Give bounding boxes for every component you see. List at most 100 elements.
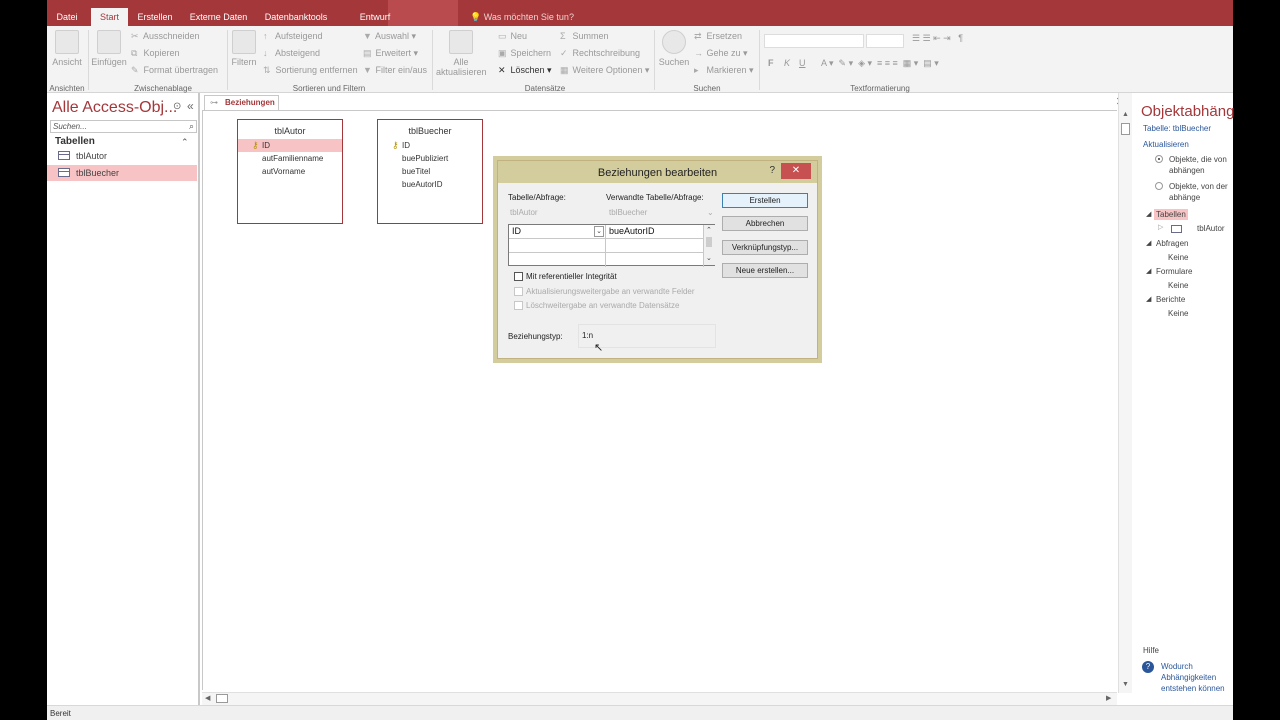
horizontal-scrollbar[interactable]: ◀ ▶ [202,692,1117,705]
scroll-up-icon[interactable]: ▲ [1122,111,1129,118]
integrity-checkbox[interactable] [514,272,523,281]
table-header[interactable]: tblBuecher [378,120,482,139]
grid-scroll-thumb[interactable] [706,237,712,247]
ansicht-button[interactable]: Ansicht [51,30,83,67]
aufsteigend-button[interactable]: ↑ Aufsteigend [263,31,323,41]
weitere-optionen-button[interactable]: ▦ Weitere Optionen ▾ [560,65,649,76]
field-row[interactable]: autFamilienname [238,152,342,165]
text-color-icons[interactable]: A ▾ ✎ ▾ ◈ ▾ ≡ ≡ ≡ ▦ ▾ ▤ ▾ [821,58,939,69]
format-painter-button[interactable]: ✎ Format übertragen [131,65,218,76]
tab-datei[interactable]: Datei [51,8,83,26]
scroll-up-icon[interactable]: ⌃ [706,226,712,234]
help-link-2[interactable]: Abhängigkeiten [1161,673,1216,682]
cascade-delete-checkbox[interactable] [514,301,523,310]
expand-triangle-icon[interactable]: ◢ [1146,239,1151,247]
left-field-cell[interactable]: ID [509,225,606,239]
expand-triangle-icon[interactable]: ◢ [1146,210,1151,218]
neu-button[interactable]: ▭ Neu [498,31,527,42]
create-new-button[interactable]: Neue erstellen... [722,263,808,278]
gehe-zu-button[interactable]: → Gehe zu ▾ [694,48,748,59]
sortierung-entfernen-button[interactable]: ⇅ Sortierung entfernen [263,65,358,76]
help-link-3[interactable]: entstehen können [1161,684,1225,693]
ersetzen-button[interactable]: ⇄ Ersetzen [694,31,742,42]
font-size-combo[interactable] [866,34,904,48]
scroll-down-icon[interactable]: ⌄ [706,254,712,262]
refresh-link[interactable]: Aktualisieren [1143,140,1189,149]
summen-button[interactable]: Σ Summen [560,31,609,41]
chevron-down-icon[interactable]: ⌄ [594,226,604,237]
table-header[interactable]: tblAutor [238,120,342,139]
scroll-right-icon[interactable]: ▶ [1106,694,1111,702]
radio-depends-on[interactable] [1155,155,1163,163]
scroll-left-icon[interactable]: ◀ [205,694,210,702]
create-button[interactable]: Erstellen [722,193,808,208]
tab-entwurf[interactable]: Entwurf [352,8,398,26]
nav-section-tabellen[interactable]: Tabellen [55,136,95,147]
ausschneiden-button[interactable]: ✂ Ausschneiden [131,31,200,42]
bold-icon[interactable]: F [768,58,774,68]
cancel-button[interactable]: Abbrechen [722,216,808,231]
markieren-button[interactable]: ▸ Markieren ▾ [694,65,754,76]
collapse-triangle-icon[interactable]: ▷ [1158,223,1163,231]
empty-cell[interactable] [606,253,704,267]
empty-cell[interactable] [509,239,606,253]
italic-icon[interactable]: K [784,58,790,68]
field-row[interactable]: buePubliziert [378,152,482,165]
tab-datenbanktools[interactable]: Datenbanktools [259,8,333,26]
hscroll-thumb[interactable] [216,694,228,703]
field-mapping-grid[interactable]: ID ⌄ bueAutorID ⌃ ⌄ [508,224,715,267]
table-box-tblbuecher[interactable]: tblBuecher ⚷ ID buePubliziert bueTitel bu… [377,119,483,224]
grid-scrollbar[interactable]: ⌃ ⌄ [704,225,715,265]
help-button[interactable]: ? [769,165,775,176]
underline-icon[interactable]: U [799,58,806,68]
cascade-update-checkbox[interactable] [514,287,523,296]
expand-triangle-icon[interactable]: ◢ [1146,267,1151,275]
scroll-thumb[interactable] [1121,123,1130,135]
absteigend-button[interactable]: ↓ Absteigend [263,48,320,58]
tree-node-tblautor[interactable]: tblAutor [1197,224,1225,233]
list-format-icons[interactable]: ☰ ☰ ⇤ ⇥ ¶ [912,33,963,44]
nav-item-tblautor[interactable]: tblAutor [47,148,197,164]
scroll-down-icon[interactable]: ▼ [1122,681,1129,688]
radio-depended-by[interactable] [1155,182,1163,190]
nav-search-input[interactable]: Suchen... ⌕ [50,120,197,133]
einfuegen-button[interactable]: Einfügen [91,30,127,67]
tell-me-box[interactable]: 💡 Was möchten Sie tun? [470,8,574,26]
speichern-button[interactable]: ▣ Speichern [498,48,551,59]
empty-cell[interactable] [509,253,606,267]
field-row[interactable]: ⚷ ID [378,139,482,152]
tree-node-formulare[interactable]: Formulare [1156,267,1192,276]
filter-toggle-button[interactable]: ▼ Filter ein/aus [363,65,427,75]
erweitert-button[interactable]: ▤ Erweitert ▾ [363,48,418,59]
auswahl-button[interactable]: ▼ Auswahl ▾ [363,31,416,42]
tree-node-berichte[interactable]: Berichte [1156,295,1185,304]
help-link-1[interactable]: Wodurch [1161,662,1193,671]
tab-externe-daten[interactable]: Externe Daten [187,8,250,26]
field-row[interactable]: bueTitel [378,165,482,178]
join-type-button[interactable]: Verknüpfungstyp... [722,240,808,255]
tree-node-abfragen[interactable]: Abfragen [1156,239,1188,248]
doc-tab-beziehungen[interactable]: ⊶ Beziehungen [204,95,279,110]
empty-cell[interactable] [606,239,704,253]
nav-item-tblbuecher[interactable]: tblBuecher [47,165,197,181]
vertical-scrollbar[interactable]: ▲ ▼ [1118,93,1132,693]
section-collapse-icon[interactable]: ⌃ [181,137,189,148]
loeschen-button[interactable]: ✕ Löschen ▾ [498,65,552,76]
suchen-button[interactable]: Suchen [658,30,690,67]
font-name-combo[interactable] [764,34,864,48]
alle-aktualisieren-button[interactable]: Alle aktualisieren [436,30,487,77]
kopieren-button[interactable]: ⧉ Kopieren [131,48,180,59]
field-row[interactable]: ⚷ ID [238,139,342,152]
dialog-close-button[interactable]: ✕ [781,163,811,179]
tab-start[interactable]: Start [91,8,128,26]
table-box-tblautor[interactable]: tblAutor ⚷ ID autFamilienname autVorname [237,119,343,224]
tab-erstellen[interactable]: Erstellen [134,8,176,26]
filtern-button[interactable]: Filtern [229,30,259,67]
table-combo[interactable]: tblAutor [510,208,538,217]
rechtschreibung-button[interactable]: ✓ Rechtschreibung [560,48,640,59]
field-row[interactable]: bueAutorID [378,178,482,191]
expand-triangle-icon[interactable]: ◢ [1146,295,1151,303]
field-row[interactable]: autVorname [238,165,342,178]
right-field-cell[interactable]: bueAutorID [606,225,704,239]
collapse-pane-icon[interactable]: « [187,99,194,113]
